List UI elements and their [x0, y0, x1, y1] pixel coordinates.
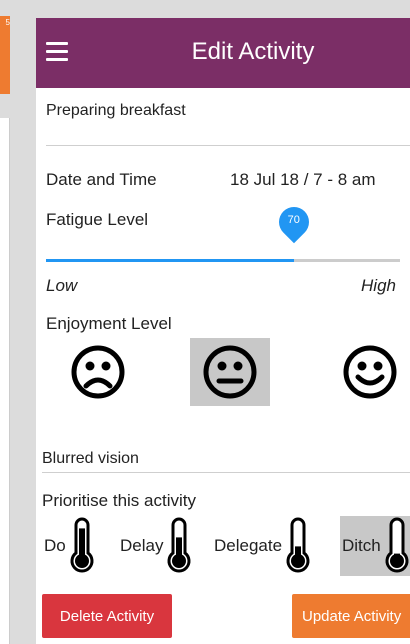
priority-delegate-option[interactable]: Delegate [214, 516, 310, 576]
hamburger-menu-icon[interactable] [46, 42, 68, 62]
enjoyment-label: Enjoyment Level [46, 314, 172, 333]
fatigue-value: 70 [287, 214, 300, 226]
priority-ditch-label: Ditch [342, 536, 381, 555]
update-activity-button[interactable]: Update Activity [292, 594, 410, 638]
enjoyment-sad-option[interactable] [58, 338, 138, 406]
thermometer-icon [286, 517, 310, 573]
sad-face-icon [71, 345, 125, 399]
priority-delegate-label: Delegate [214, 536, 283, 555]
background-card [0, 118, 10, 644]
enjoyment-options [36, 338, 410, 406]
symptom-field[interactable]: Blurred vision [42, 450, 139, 468]
happy-face-icon [343, 345, 397, 399]
datetime-value[interactable]: 18 Jul 18 / 7 - 8 am [230, 170, 376, 190]
thermometer-icon [385, 517, 409, 573]
app-bar: Edit Activity [36, 18, 410, 88]
thermometer-icon [168, 517, 191, 573]
neutral-face-icon [203, 345, 257, 399]
page-title: Edit Activity [191, 38, 315, 65]
priority-do-label: Do [44, 536, 66, 555]
fatigue-max-label: High [361, 276, 396, 295]
fatigue-slider-fill [46, 259, 294, 262]
priority-do-option[interactable]: Do [44, 516, 94, 576]
enjoyment-happy-option[interactable] [330, 338, 410, 406]
edit-activity-screen: Edit Activity Preparing breakfast Date a… [36, 18, 410, 644]
priority-label: Prioritise this activity [42, 491, 196, 510]
priority-ditch-option[interactable]: Ditch [340, 516, 410, 576]
fatigue-min-label: Low [46, 276, 78, 295]
divider [42, 472, 410, 473]
priority-delay-option[interactable]: Delay [120, 516, 191, 576]
thermometer-icon [70, 517, 94, 573]
fatigue-slider-thumb[interactable]: 70 [272, 200, 316, 247]
priority-options: Do Delay Delegate Ditch [36, 516, 410, 576]
fatigue-label: Fatigue Level [46, 210, 149, 229]
enjoyment-neutral-option[interactable] [190, 338, 270, 406]
activity-name-field[interactable]: Preparing breakfast [46, 102, 186, 120]
divider [46, 145, 410, 146]
priority-delay-label: Delay [120, 536, 164, 555]
background-badge: 5 [5, 18, 10, 27]
fatigue-slider[interactable] [46, 259, 400, 262]
background-app-strip: 5 [0, 16, 10, 94]
datetime-label: Date and Time [46, 170, 157, 189]
delete-activity-button[interactable]: Delete Activity [42, 594, 172, 638]
